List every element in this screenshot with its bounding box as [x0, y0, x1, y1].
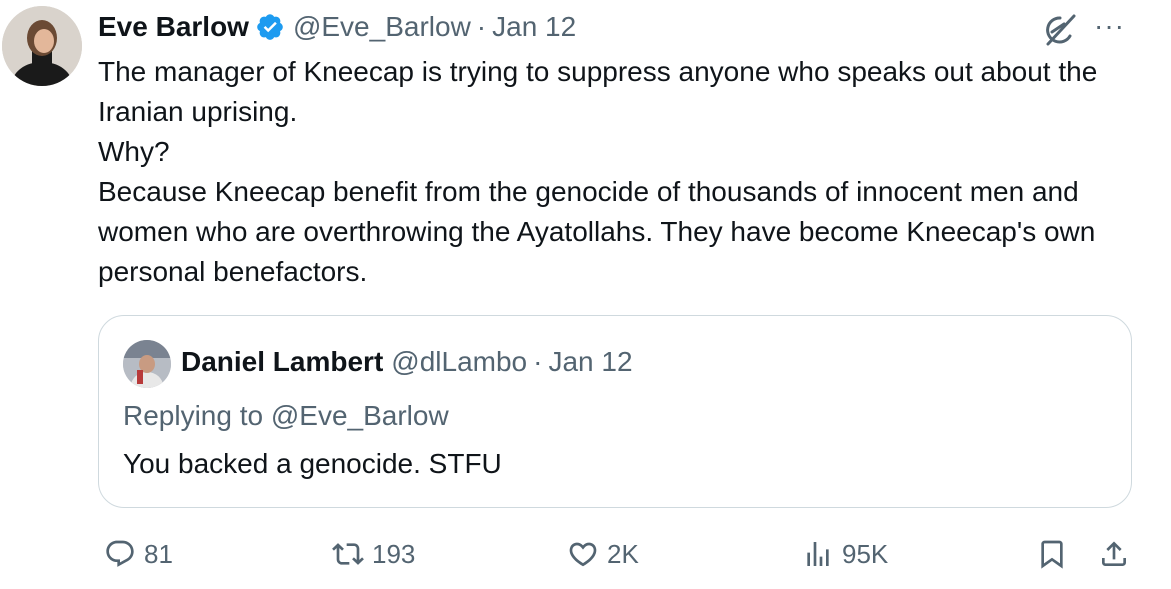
- author-name[interactable]: Eve Barlow: [98, 11, 249, 43]
- reply-count: 81: [144, 538, 173, 569]
- quoted-tweet-text: You backed a genocide. STFU: [123, 448, 502, 479]
- action-bar: 81 193 2K 95K: [0, 532, 1171, 576]
- repost-button[interactable]: 193: [332, 532, 415, 576]
- views-icon: [807, 542, 829, 566]
- author-avatar[interactable]: [2, 6, 82, 86]
- views-count: 95K: [842, 538, 889, 569]
- author-handle[interactable]: @Eve_Barlow: [293, 11, 471, 42]
- like-count: 2K: [607, 538, 639, 569]
- repost-count: 193: [372, 538, 416, 569]
- tweet-body: The manager of Kneecap is trying to supp…: [98, 52, 1158, 292]
- reply-button[interactable]: 81: [104, 532, 173, 576]
- bookmark-button[interactable]: [1036, 532, 1068, 576]
- quoted-meta-separator: ·: [533, 346, 543, 377]
- tweet-meta: @Eve_Barlow · Jan 12: [293, 11, 576, 43]
- share-button[interactable]: [1098, 532, 1130, 576]
- share-icon: [1102, 541, 1126, 566]
- tweet-line: The manager of Kneecap is trying to supp…: [98, 56, 1098, 127]
- more-options-icon[interactable]: ···: [1094, 12, 1125, 40]
- tweet-header: Eve Barlow @Eve_Barlow · Jan 12: [98, 8, 576, 46]
- bookmark-icon: [1041, 540, 1063, 569]
- quoted-author-handle: @dlLambo: [391, 346, 528, 377]
- like-button[interactable]: 2K: [567, 532, 639, 576]
- meta-separator: ·: [476, 11, 487, 42]
- quoted-tweet-date: Jan 12: [548, 346, 633, 377]
- quoted-author-name: Daniel Lambert: [181, 346, 384, 377]
- grok-icon[interactable]: [1040, 10, 1080, 50]
- quoted-replying-to: Replying to @Eve_Barlow: [123, 400, 449, 431]
- repost-icon: [332, 543, 364, 565]
- views-button[interactable]: 95K: [802, 532, 888, 576]
- tweet-line: Because Kneecap benefit from the genocid…: [98, 176, 1096, 287]
- quoted-tweet[interactable]: Daniel Lambert @dlLambo · Jan 12 Replying …: [98, 315, 1132, 508]
- tweet-date[interactable]: Jan 12: [492, 11, 576, 42]
- quoted-author-avatar: [123, 340, 171, 388]
- quoted-meta: @dlLambo · Jan 12: [391, 346, 632, 378]
- quoted-header: Daniel Lambert @dlLambo · Jan 12: [181, 346, 633, 378]
- tweet-line: Why?: [98, 136, 170, 167]
- verified-badge-icon: [255, 12, 285, 42]
- heart-icon: [569, 542, 597, 567]
- reply-icon: [106, 540, 134, 567]
